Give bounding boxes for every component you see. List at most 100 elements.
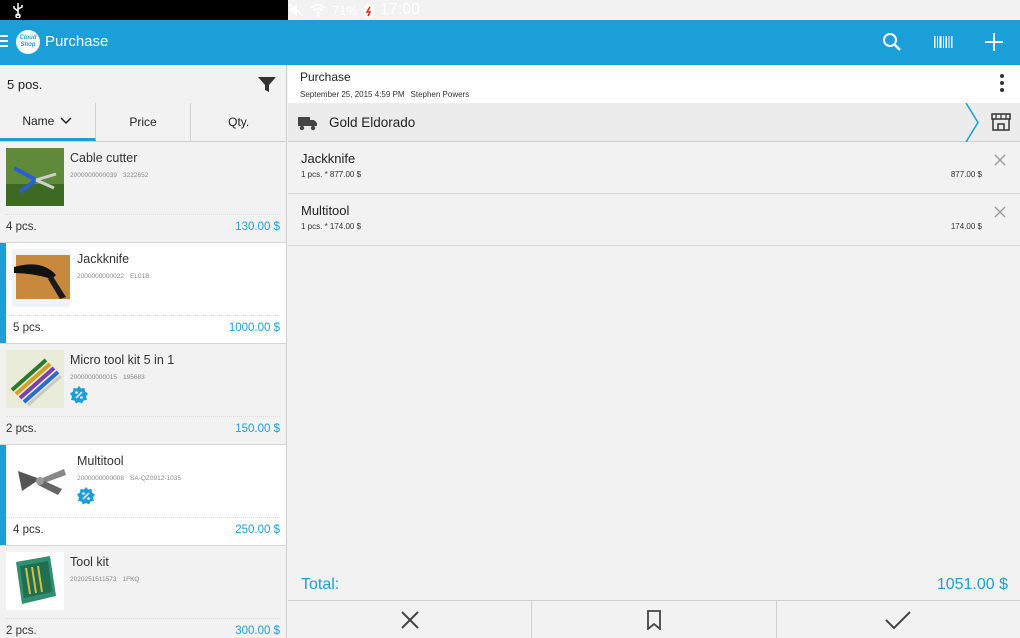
chevron-right-icon — [965, 103, 979, 142]
product-barcode: 2000000000039 — [70, 172, 117, 179]
usb-icon — [13, 3, 23, 18]
app-title: Purchase — [45, 33, 109, 50]
document-line[interactable]: Multitool 1 pcs. * 174.00 $ 174.00 $ — [288, 194, 1020, 246]
product-barcode: 2000000000008 — [77, 475, 124, 482]
remove-icon[interactable] — [994, 206, 1006, 218]
chevron-down-icon — [60, 116, 72, 124]
total-label: Total: — [301, 576, 340, 593]
divider — [6, 517, 280, 518]
divider — [6, 416, 280, 417]
product-barcode: 2000000000015 — [70, 374, 117, 381]
sort-tab-price[interactable]: Price — [96, 103, 192, 141]
product-price: 130.00 $ — [235, 221, 280, 233]
product-price: 300.00 $ — [235, 625, 280, 637]
close-icon — [400, 610, 419, 629]
app-bar: Cloud Shop Purchase — [0, 20, 1020, 65]
document-meta: September 25, 2015 4:59 PM Stephen Powers — [300, 90, 475, 99]
product-sku: 3222652 — [123, 172, 149, 179]
document-title: Purchase — [300, 70, 351, 84]
document-header: Purchase September 25, 2015 4:59 PM Steph… — [288, 65, 1020, 103]
product-sku: 1FKQ — [122, 576, 140, 583]
product-image — [12, 249, 70, 307]
more-options-icon[interactable] — [1000, 74, 1004, 94]
product-list-panel: 5 pos. Name Price Qty. Cable cutter 2000… — [0, 65, 287, 638]
product-qty: 4 pcs. — [6, 221, 37, 233]
sort-tabs: Name Price Qty. — [0, 103, 286, 142]
product-codes: 2000000000022 EL01B — [77, 273, 156, 280]
document-date: September 25, 2015 4:59 PM — [300, 90, 405, 99]
product-sku: EL01B — [130, 273, 150, 280]
mute-icon — [288, 3, 304, 17]
position-count: 5 pos. — [7, 77, 43, 92]
truck-icon — [298, 117, 317, 131]
divider — [6, 214, 280, 215]
remove-icon[interactable] — [994, 154, 1006, 166]
product-item[interactable]: Micro tool kit 5 in 1 2000000000015 19568… — [0, 344, 286, 445]
product-barcode: 2000000000022 — [77, 273, 124, 280]
clock: 17:00 — [380, 1, 421, 18]
discount-icon — [77, 487, 95, 505]
product-item[interactable]: Jackknife 2000000000022 EL01B 5 pcs. 1000… — [0, 243, 286, 344]
product-codes: 2000000000008 SA-QZ0912-1035 — [77, 475, 187, 482]
line-detail: 1 pcs. * 877.00 $ — [301, 170, 362, 179]
product-name: Micro tool kit 5 in 1 — [70, 353, 175, 367]
sort-tab-name-label: Name — [22, 113, 55, 128]
product-qty: 5 pcs. — [13, 322, 44, 334]
product-item[interactable]: Multitool 2000000000008 SA-QZ0912-1035 4 … — [0, 445, 286, 546]
product-codes: 2000000000039 3222652 — [70, 172, 154, 179]
action-bar — [288, 600, 1020, 638]
battery-percent: 71% — [332, 2, 359, 18]
line-name: Multitool — [301, 203, 350, 218]
filter-icon[interactable] — [257, 74, 277, 94]
supplier-name: Gold Eldorado — [329, 115, 416, 130]
product-sku: 195683 — [123, 374, 145, 381]
product-name: Jackknife — [77, 252, 130, 266]
line-detail: 1 pcs. * 174.00 $ — [301, 222, 362, 231]
product-sku: SA-QZ0912-1035 — [130, 475, 181, 482]
line-name: Jackknife — [301, 151, 356, 166]
sort-tab-price-label: Price — [129, 115, 157, 129]
divider — [6, 618, 280, 619]
status-bar: 71% 17:00 — [0, 0, 1020, 20]
confirm-button[interactable] — [777, 601, 1020, 638]
document-line[interactable]: Jackknife 1 pcs. * 877.00 $ 877.00 $ — [288, 142, 1020, 194]
bookmark-button[interactable] — [532, 601, 777, 638]
product-codes: 2000000000015 195683 — [70, 374, 151, 381]
product-codes: 2020251511573 1FKQ — [70, 576, 146, 583]
product-qty: 2 pcs. — [6, 423, 37, 435]
product-price: 150.00 $ — [235, 423, 280, 435]
product-image — [6, 350, 64, 408]
supplier-row[interactable]: Gold Eldorado — [288, 103, 1020, 142]
list-header: 5 pos. — [0, 65, 286, 103]
product-name: Multitool — [77, 454, 124, 468]
barcode-icon[interactable] — [931, 30, 955, 54]
product-image — [12, 451, 70, 509]
cancel-button[interactable] — [288, 601, 533, 638]
divider — [6, 315, 280, 316]
product-item[interactable]: Tool kit 2020251511573 1FKQ 2 pcs. 300.00… — [0, 546, 286, 638]
check-icon — [885, 610, 912, 629]
product-image — [6, 148, 64, 206]
sort-tab-name[interactable]: Name — [0, 103, 96, 141]
discount-icon — [70, 386, 88, 404]
store-icon[interactable] — [991, 113, 1011, 131]
add-icon[interactable] — [982, 30, 1006, 54]
line-sum: 174.00 $ — [950, 222, 982, 231]
wifi-icon — [310, 4, 326, 17]
product-price: 1000.00 $ — [228, 322, 280, 334]
product-price: 250.00 $ — [235, 524, 280, 536]
product-qty: 2 pcs. — [6, 625, 37, 637]
sort-tab-qty[interactable]: Qty. — [191, 103, 286, 141]
sort-tab-qty-label: Qty. — [228, 115, 250, 129]
product-qty: 4 pcs. — [13, 524, 44, 536]
product-item[interactable]: Cable cutter 2000000000039 3222652 4 pcs.… — [0, 142, 286, 243]
product-name: Tool kit — [70, 555, 109, 569]
product-name: Cable cutter — [70, 151, 138, 165]
battery-icon — [364, 2, 374, 17]
document-user: Stephen Powers — [410, 90, 470, 99]
search-icon[interactable] — [880, 30, 904, 54]
app-logo: Cloud Shop — [16, 30, 40, 54]
document-panel: Purchase September 25, 2015 4:59 PM Steph… — [288, 65, 1020, 638]
menu-icon[interactable] — [0, 35, 8, 49]
total-value: 1051.00 $ — [936, 576, 1008, 593]
